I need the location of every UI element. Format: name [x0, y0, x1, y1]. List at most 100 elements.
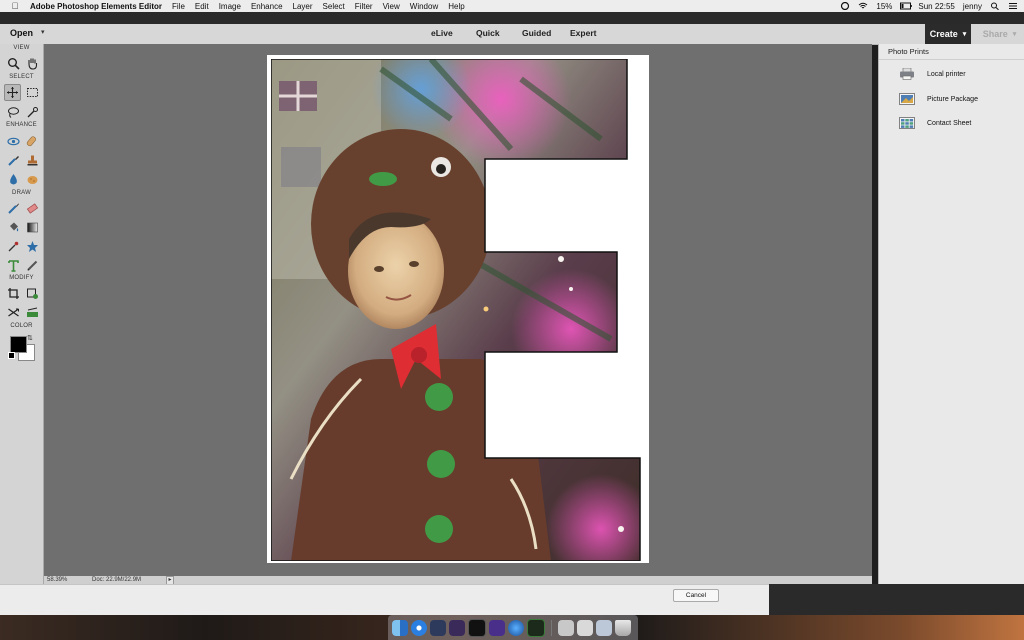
section-view: VIEW [13, 45, 30, 51]
documents-stack-icon[interactable] [577, 619, 593, 636]
quick-selection-tool-icon[interactable] [24, 104, 40, 120]
spotlight-search-icon[interactable] [990, 2, 1000, 11]
default-colors-icon[interactable] [8, 352, 15, 359]
app-menu[interactable]: Adobe Photoshop Elements Editor [30, 2, 162, 11]
panel-item-contact-sheet[interactable]: Contact Sheet [879, 113, 1024, 133]
brush-tool-icon[interactable] [5, 200, 21, 216]
trash-icon[interactable] [615, 619, 631, 636]
downloads-stack-icon[interactable] [558, 619, 574, 636]
open-button[interactable]: Open [10, 28, 33, 38]
hand-tool-icon[interactable] [24, 55, 40, 71]
wifi-icon[interactable] [858, 2, 868, 10]
red-eye-tool-icon[interactable] [5, 133, 21, 149]
menu-filter[interactable]: Filter [355, 2, 373, 11]
paint-bucket-icon[interactable] [5, 219, 21, 235]
menu-select[interactable]: Select [323, 2, 345, 11]
panel-item-label: Picture Package [927, 95, 978, 103]
sponge-tool-icon[interactable] [24, 171, 40, 187]
move-tool-icon[interactable] [4, 84, 21, 101]
terminal-icon[interactable] [468, 618, 486, 637]
letter-e-photo[interactable] [271, 59, 645, 561]
user-name[interactable]: jenny [963, 2, 982, 11]
smart-brush-icon[interactable] [5, 152, 21, 168]
safari-icon[interactable] [411, 619, 427, 636]
foreground-color-swatch[interactable] [10, 336, 27, 353]
menu-help[interactable]: Help [448, 2, 464, 11]
panel-item-local-printer[interactable]: Local printer [879, 64, 1024, 84]
type-tool-icon[interactable] [5, 257, 21, 273]
bottom-dark-area [769, 584, 1024, 615]
printer-icon [900, 68, 914, 80]
tab-elive[interactable]: eLive [431, 28, 453, 38]
lasso-tool-icon[interactable] [5, 104, 21, 120]
recompose-tool-icon[interactable] [24, 285, 40, 301]
creative-cloud-icon[interactable] [840, 1, 850, 11]
share-label: Share [982, 29, 1008, 39]
clock[interactable]: Sun 22:55 [918, 2, 954, 11]
doc-size: Doc: 22.9M/22.9M [92, 577, 142, 583]
menu-image[interactable]: Image [219, 2, 241, 11]
dock-separator [551, 619, 552, 636]
mac-menubar:  Adobe Photoshop Elements Editor File E… [0, 0, 1024, 12]
battery-percent: 15% [876, 1, 893, 11]
share-button[interactable]: Share ▾ [975, 24, 1024, 44]
browser-icon[interactable] [508, 619, 524, 636]
toolbox: VIEW SELECT ENHANCE DRAW MODIFY COLOR ⇅ [0, 44, 44, 584]
zoom-level[interactable]: 58.39% [47, 576, 67, 584]
panel-item-label: Local printer [927, 70, 966, 78]
create-button[interactable]: Create ▾ [925, 24, 971, 44]
battery-icon[interactable] [900, 2, 913, 10]
panel-title: Photo Prints [879, 44, 1024, 60]
healing-brush-icon[interactable] [24, 133, 40, 149]
clone-stamp-icon[interactable] [24, 152, 40, 168]
section-draw: DRAW [12, 190, 31, 196]
section-select: SELECT [9, 74, 34, 80]
app-topbar: Open ▾ eLive Quick Guided Expert Create ▾… [0, 24, 1024, 45]
menu-file[interactable]: File [172, 2, 185, 11]
straighten-tool-icon[interactable] [24, 304, 40, 320]
panel-item-label: Contact Sheet [927, 119, 972, 127]
menu-edit[interactable]: Edit [195, 2, 209, 11]
custom-shape-tool-icon[interactable] [24, 238, 40, 254]
open-dropdown-icon[interactable]: ▾ [41, 28, 45, 36]
window-title-strip [0, 12, 1024, 24]
photoshop-elements-organizer-icon[interactable] [430, 619, 446, 636]
document-canvas[interactable] [267, 55, 649, 563]
menu-layer[interactable]: Layer [293, 2, 313, 11]
canvas-area[interactable] [44, 44, 872, 576]
photoshop-elements-editor-icon[interactable] [449, 619, 465, 636]
tab-guided[interactable]: Guided [522, 28, 551, 38]
share-caret-icon: ▾ [1012, 31, 1017, 38]
apple-menu-icon[interactable]:  [8, 1, 22, 11]
section-color: COLOR [10, 323, 33, 329]
notification-center-icon[interactable] [1008, 2, 1018, 10]
activity-monitor-icon[interactable] [527, 618, 545, 637]
screenshot-stack-icon[interactable] [596, 619, 612, 636]
photo-prints-panel: Photo Prints Local printer Picture Packa… [878, 44, 1024, 584]
gradient-tool-icon[interactable] [24, 219, 40, 235]
create-label: Create [929, 29, 958, 39]
contact-sheet-icon [899, 117, 915, 129]
eyedropper-tool-icon[interactable] [5, 238, 21, 254]
panel-item-picture-package[interactable]: Picture Package [879, 89, 1024, 109]
bottom-action-bar: Cancel [0, 584, 769, 616]
menu-enhance[interactable]: Enhance [251, 2, 283, 11]
tab-expert[interactable]: Expert [570, 28, 596, 38]
finder-icon[interactable] [392, 619, 408, 636]
tab-quick[interactable]: Quick [476, 28, 500, 38]
section-enhance: ENHANCE [6, 122, 37, 128]
blur-tool-icon[interactable] [5, 171, 21, 187]
marquee-tool-icon[interactable] [24, 84, 40, 100]
pencil-tool-icon[interactable] [24, 257, 40, 273]
swap-colors-icon[interactable]: ⇅ [27, 334, 33, 342]
menu-view[interactable]: View [383, 2, 400, 11]
zoom-tool-icon[interactable] [5, 55, 21, 71]
menu-window[interactable]: Window [410, 2, 438, 11]
cancel-button[interactable]: Cancel [673, 589, 719, 602]
eraser-tool-icon[interactable] [24, 200, 40, 216]
content-aware-move-icon[interactable] [5, 304, 21, 320]
crop-tool-icon[interactable] [5, 285, 21, 301]
imovie-icon[interactable] [489, 619, 505, 636]
dock [388, 615, 638, 640]
section-modify: MODIFY [9, 275, 34, 281]
